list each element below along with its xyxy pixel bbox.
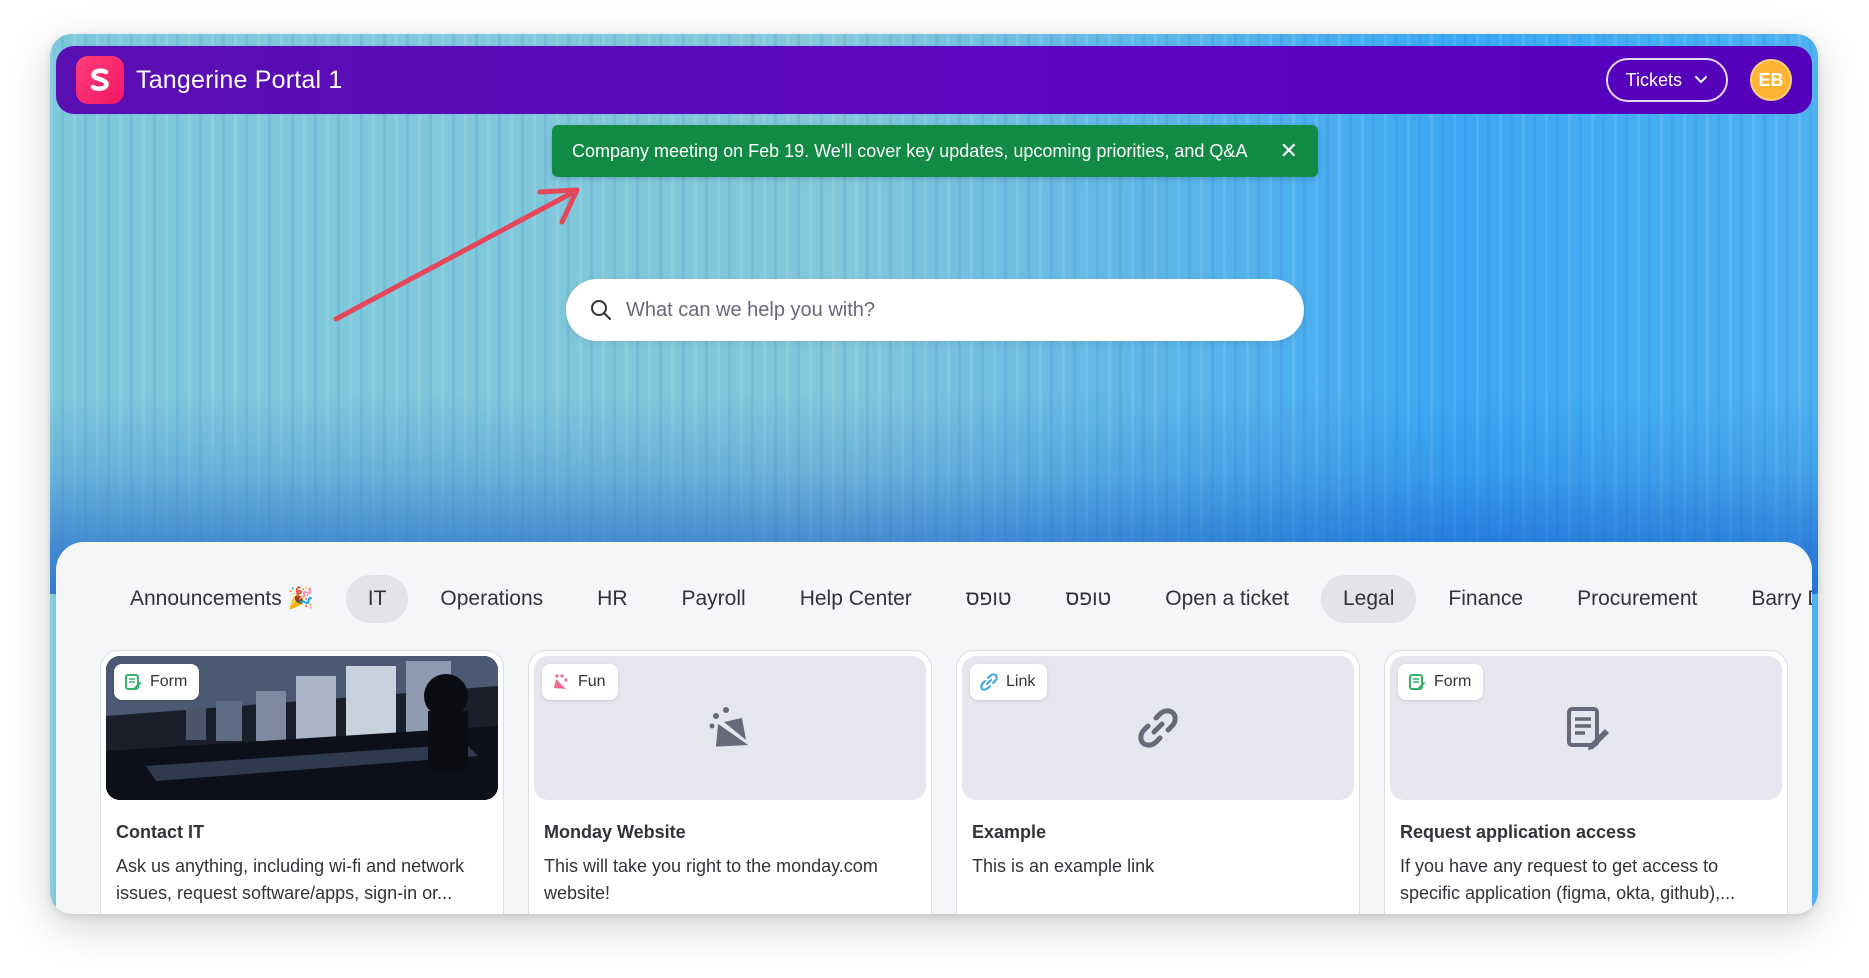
- tab-payroll[interactable]: Payroll: [660, 575, 768, 623]
- tab-legal[interactable]: Legal: [1321, 575, 1417, 623]
- form-edit-icon: [1567, 707, 1609, 750]
- chevron-down-icon: [1695, 76, 1707, 83]
- card-title: Request application access: [1400, 822, 1637, 842]
- card-contact-it[interactable]: Form Contact IT Ask us anything, includi…: [100, 650, 504, 914]
- tab-open-a-ticket[interactable]: Open a ticket: [1143, 575, 1311, 623]
- announcement-banner: Company meeting on Feb 19. We'll cover k…: [552, 125, 1318, 177]
- annotation-arrow: [333, 187, 580, 322]
- card-type-badge: Fun: [542, 664, 618, 700]
- card-description: This is an example link: [972, 856, 1155, 876]
- badge-label: Form: [150, 673, 188, 690]
- card-image: Form: [106, 656, 498, 800]
- card-image: Link: [962, 656, 1354, 800]
- card-title: Monday Website: [544, 822, 686, 842]
- party-icon: [554, 674, 568, 689]
- portal-window: Tangerine Portal 1 Tickets EB Company me…: [50, 34, 1818, 914]
- tab-form-hebrew-1[interactable]: טופס: [944, 575, 1034, 623]
- tickets-label: Tickets: [1625, 69, 1682, 90]
- tab-hr[interactable]: HR: [575, 575, 649, 623]
- card-type-badge: Link: [970, 664, 1048, 700]
- form-icon: [1409, 674, 1425, 690]
- card-example[interactable]: Link Example This is an example link: [956, 650, 1360, 914]
- form-icon: [125, 674, 141, 690]
- tab-finance[interactable]: Finance: [1426, 575, 1545, 623]
- card-type-badge: Form: [114, 664, 200, 700]
- tab-it[interactable]: IT: [345, 575, 409, 623]
- tickets-dropdown-button[interactable]: Tickets: [1605, 58, 1728, 102]
- card-description: This will take you right to the monday.c…: [544, 856, 878, 903]
- search-icon: [591, 300, 611, 320]
- link-icon: [1138, 708, 1178, 748]
- tab-operations[interactable]: Operations: [418, 575, 565, 623]
- content-panel: Announcements 🎉 IT Operations HR Payroll…: [56, 542, 1812, 914]
- card-title: Example: [972, 822, 1047, 842]
- badge-label: Fun: [578, 673, 606, 690]
- service-cards: Form Contact IT Ask us anything, includi…: [100, 650, 1788, 914]
- tab-help-center[interactable]: Help Center: [778, 575, 934, 623]
- banner-message: Company meeting on Feb 19. We'll cover k…: [572, 140, 1248, 161]
- card-description: Ask us anything, including wi-fi and net…: [116, 856, 465, 903]
- card-type-badge: Form: [1398, 664, 1484, 700]
- link-badge-icon: [980, 673, 998, 691]
- tab-form-hebrew-2[interactable]: טופס: [1044, 575, 1134, 623]
- card-request-application-access[interactable]: Form Request application access If you h…: [1384, 650, 1788, 914]
- user-avatar[interactable]: EB: [1750, 59, 1792, 101]
- card-image: Fun: [534, 656, 926, 800]
- party-popper-icon: [709, 707, 749, 747]
- tab-announcements[interactable]: Announcements 🎉: [108, 575, 336, 623]
- tab-barry-de[interactable]: Barry De: [1729, 575, 1812, 623]
- card-image: Form: [1390, 656, 1782, 800]
- search-input[interactable]: [626, 298, 1280, 322]
- search-bar[interactable]: [566, 279, 1304, 341]
- card-title: Contact IT: [116, 822, 204, 842]
- close-icon[interactable]: ✕: [1280, 140, 1298, 162]
- card-monday-website[interactable]: Fun Monday Website This will take you ri…: [528, 650, 932, 914]
- badge-label: Form: [1434, 673, 1472, 690]
- tab-procurement[interactable]: Procurement: [1555, 575, 1719, 623]
- badge-label: Link: [1006, 673, 1036, 690]
- card-description: If you have any request to get access to…: [1400, 856, 1736, 903]
- category-tabs: Announcements 🎉 IT Operations HR Payroll…: [56, 572, 1812, 626]
